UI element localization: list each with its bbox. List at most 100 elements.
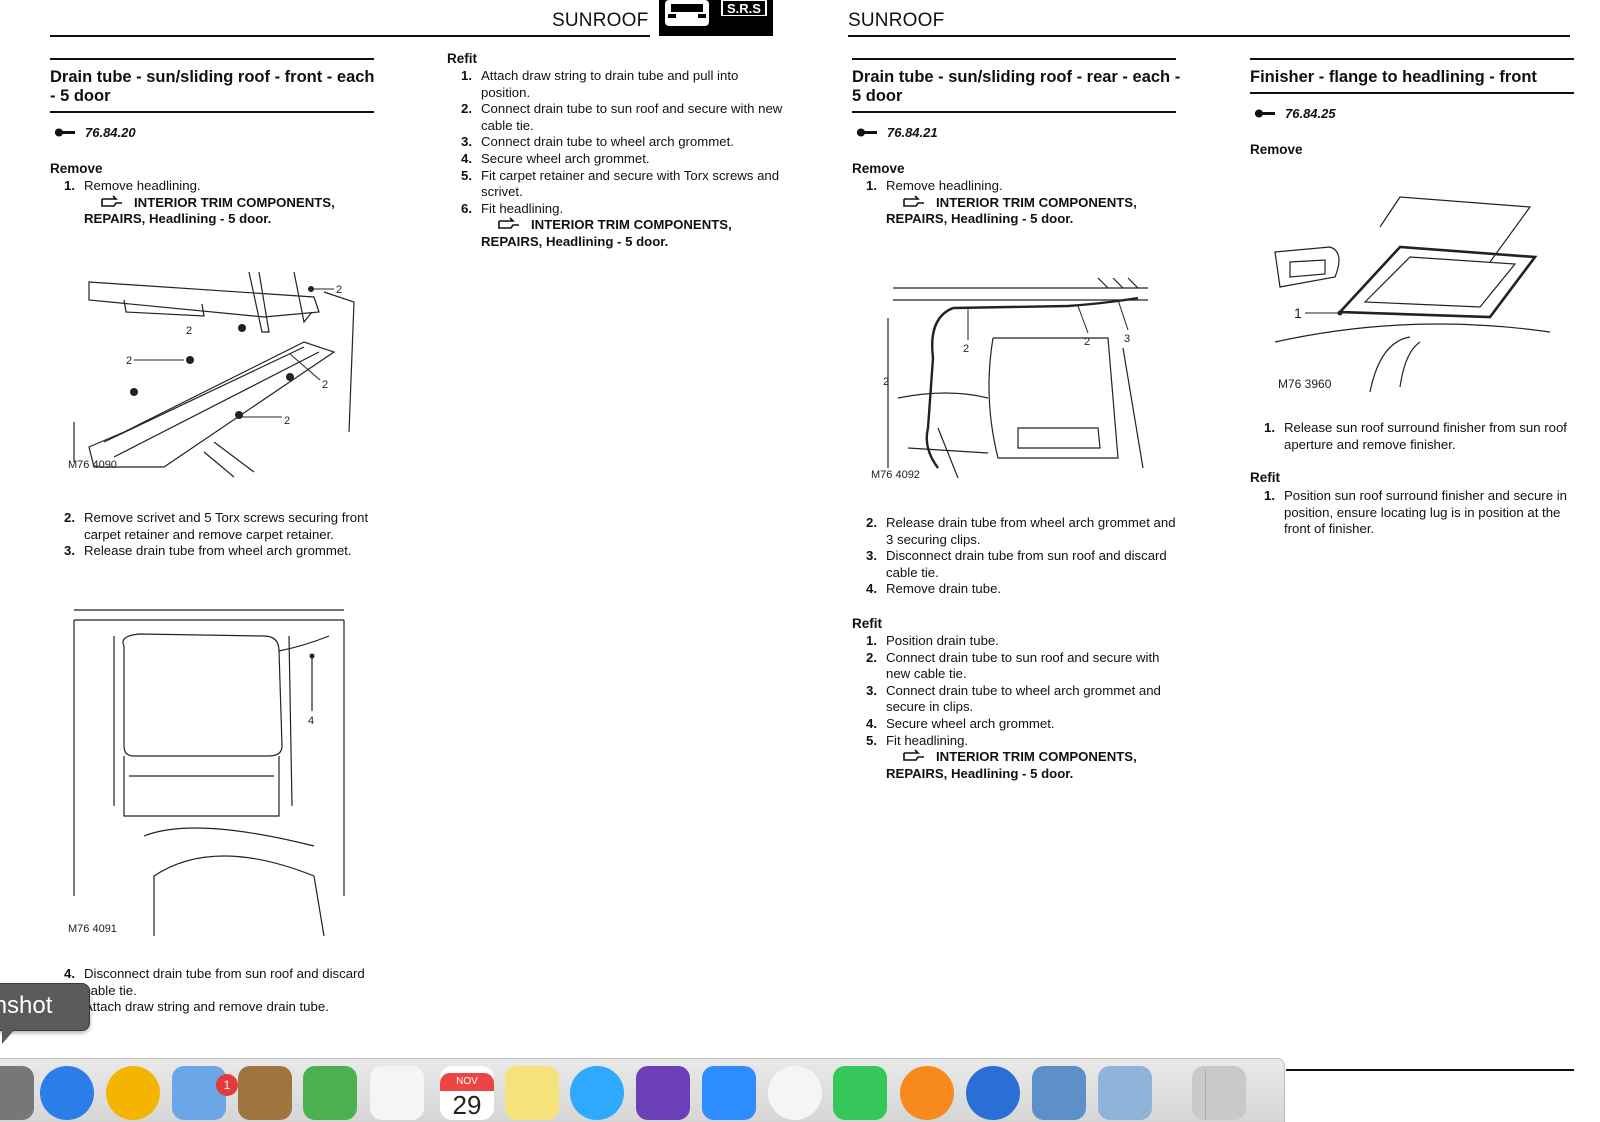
col4-remove-label: Remove: [1250, 142, 1303, 157]
callout-2: 2: [126, 355, 132, 367]
step-text: Connect drain tube to sun roof and secur…: [886, 649, 1160, 682]
step-text: Remove drain tube.: [886, 581, 1002, 597]
col4-operation-code: 76.84.25: [1255, 106, 1336, 121]
zoom-icon[interactable]: [702, 1066, 756, 1120]
wifi-utility-icon[interactable]: [966, 1066, 1020, 1120]
figure-drain-tube-front: 4 M76 4091: [68, 609, 345, 936]
list-item: 1. Remove headlining. INTERIOR TRIM COMPO…: [852, 178, 1182, 228]
calendar-day: 29: [452, 1090, 482, 1120]
srs-logo: S.R.S: [659, 0, 773, 36]
network-utility-icon[interactable]: [1032, 1066, 1086, 1120]
notes-icon[interactable]: [505, 1066, 559, 1120]
step-text: Attach draw string and remove drain tube…: [84, 999, 329, 1015]
col3-refit-label: Refit: [852, 616, 882, 631]
list-item: 2. Connect drain tube to sun roof and sec…: [447, 101, 787, 134]
step-number: 3.: [866, 682, 877, 698]
figure-reference: M76 4090: [68, 459, 117, 471]
callout-2: 2: [284, 415, 290, 427]
step-text: Connect drain tube to sun roof and secur…: [481, 101, 783, 133]
callout-2: 2: [322, 379, 328, 391]
list-item: 5.Attach draw string and remove drain tu…: [50, 999, 380, 1016]
list-item: 5. Fit headlining.: [852, 733, 1182, 750]
col1-bottom-rule: [50, 111, 374, 113]
list-item: 2. Remove scrivet and 5 Torx screws secur…: [50, 510, 380, 543]
list-item: 6. Fit headlining.: [447, 201, 787, 218]
col1-remove-label: Remove: [50, 161, 103, 176]
list-item: 1. Attach draw string to drain tube and p…: [447, 68, 787, 101]
trash-icon[interactable]: [1192, 1066, 1246, 1120]
facetime-icon[interactable]: [833, 1066, 887, 1120]
figure-reference: M76 3960: [1278, 377, 1332, 391]
cross-reference-link[interactable]: INTERIOR TRIM COMPONENTS, REPAIRS, Headl…: [886, 749, 1182, 782]
reminders-icon[interactable]: [370, 1066, 424, 1120]
step-text: Secure wheel arch grommet.: [886, 715, 1055, 731]
list-item: 3. Connect drain tube to wheel arch gromm…: [852, 683, 1182, 716]
col3-section-title: Drain tube - sun/sliding roof - rear - e…: [852, 68, 1181, 105]
step-text: Release sun roof surround finisher from …: [1284, 420, 1567, 452]
step-number: 3.: [64, 543, 75, 559]
list-item: 2. Connect drain tube to sun roof and sec…: [852, 650, 1182, 683]
step-number: 4.: [461, 150, 472, 166]
callout-2: 2: [883, 376, 889, 388]
step-text: Attach draw string to drain tube and pul…: [481, 68, 739, 100]
preview-icon[interactable]: [1098, 1066, 1152, 1120]
step-text: Disconnect drain tube from sun roof and …: [84, 966, 365, 998]
col3-remove-label: Remove: [852, 161, 905, 176]
tooltip-pointer: [2, 1028, 16, 1044]
list-item: 1. Position sun roof surround finisher an…: [1250, 488, 1580, 538]
callout-2: 2: [963, 343, 969, 355]
wrench-icon: [55, 128, 75, 136]
footer-rule-right: [1286, 1069, 1574, 1071]
step-text: Release drain tube from wheel arch gromm…: [84, 543, 352, 559]
step-text: Remove scrivet and 5 Torx screws securin…: [84, 510, 369, 542]
step-text: Fit carpet retainer and secure with Torx…: [481, 167, 780, 200]
list-item: 1. Release sun roof surround finisher fro…: [1250, 420, 1580, 453]
wrench-icon: [1255, 109, 1275, 117]
contacts-icon[interactable]: [238, 1066, 292, 1120]
cross-reference-link[interactable]: INTERIOR TRIM COMPONENTS, REPAIRS, Headl…: [481, 217, 787, 250]
list-item: 4. Secure wheel arch grommet.: [447, 151, 787, 168]
callout-1: 1: [1294, 305, 1302, 321]
mail-badge: 1: [216, 1074, 238, 1096]
step-number: 2.: [866, 515, 877, 530]
step-number: 4.: [866, 581, 877, 597]
step-number: 2.: [64, 510, 75, 525]
chrome-icon[interactable]: [106, 1066, 160, 1120]
step-number: 3.: [866, 548, 877, 564]
col2-refit-label: Refit: [447, 51, 477, 66]
step-text: Disconnect drain tube from sun roof and …: [886, 548, 1167, 580]
col3-operation-code: 76.84.21: [857, 125, 938, 140]
list-item: INTERIOR TRIM COMPONENTS, REPAIRS, Headl…: [852, 749, 1182, 782]
col4-section-title: Finisher - flange to headlining - front: [1250, 68, 1537, 86]
step-number: 3.: [461, 134, 472, 150]
step-number: 5.: [866, 732, 877, 748]
callout-2: 2: [186, 325, 192, 337]
list-item: 3. Connect drain tube to wheel arch gromm…: [447, 134, 787, 151]
step-number: 1.: [866, 633, 877, 648]
messages-icon[interactable]: [570, 1066, 624, 1120]
col4-top-rule: [1250, 58, 1574, 60]
imovie-icon[interactable]: [636, 1066, 690, 1120]
mail-icon[interactable]: [172, 1066, 226, 1120]
col3-top-rule: [852, 58, 1176, 60]
col1-section-title: Drain tube - sun/sliding roof - front - …: [50, 68, 375, 105]
list-item: 4. Remove drain tube.: [852, 581, 1182, 598]
maps-icon[interactable]: [303, 1066, 357, 1120]
step-text: Release drain tube from wheel arch gromm…: [886, 515, 1176, 547]
step-text: Position drain tube.: [886, 633, 999, 648]
screenshot-icon[interactable]: [0, 1066, 34, 1120]
list-item: 5. Fit carpet retainer and secure with To…: [447, 168, 787, 201]
books-icon[interactable]: [900, 1066, 954, 1120]
step-number: 1.: [461, 68, 472, 83]
callout-4: 4: [308, 715, 314, 727]
col4-bottom-rule: [1250, 92, 1574, 94]
cross-reference-link[interactable]: INTERIOR TRIM COMPONENTS, REPAIRS, Headl…: [886, 195, 1182, 228]
pointing-hand-icon: [498, 217, 519, 230]
pointing-hand-icon: [903, 749, 924, 761]
calendar-month: NOV: [440, 1073, 494, 1091]
photos-icon[interactable]: [768, 1066, 822, 1120]
list-item: 3. Disconnect drain tube from sun roof an…: [852, 548, 1182, 581]
safari-icon[interactable]: [40, 1066, 94, 1120]
cross-reference-link[interactable]: INTERIOR TRIM COMPONENTS, REPAIRS, Headl…: [84, 195, 380, 228]
figure-drain-tube-rear: 2 2 3 2 M76 4092: [871, 278, 1148, 481]
